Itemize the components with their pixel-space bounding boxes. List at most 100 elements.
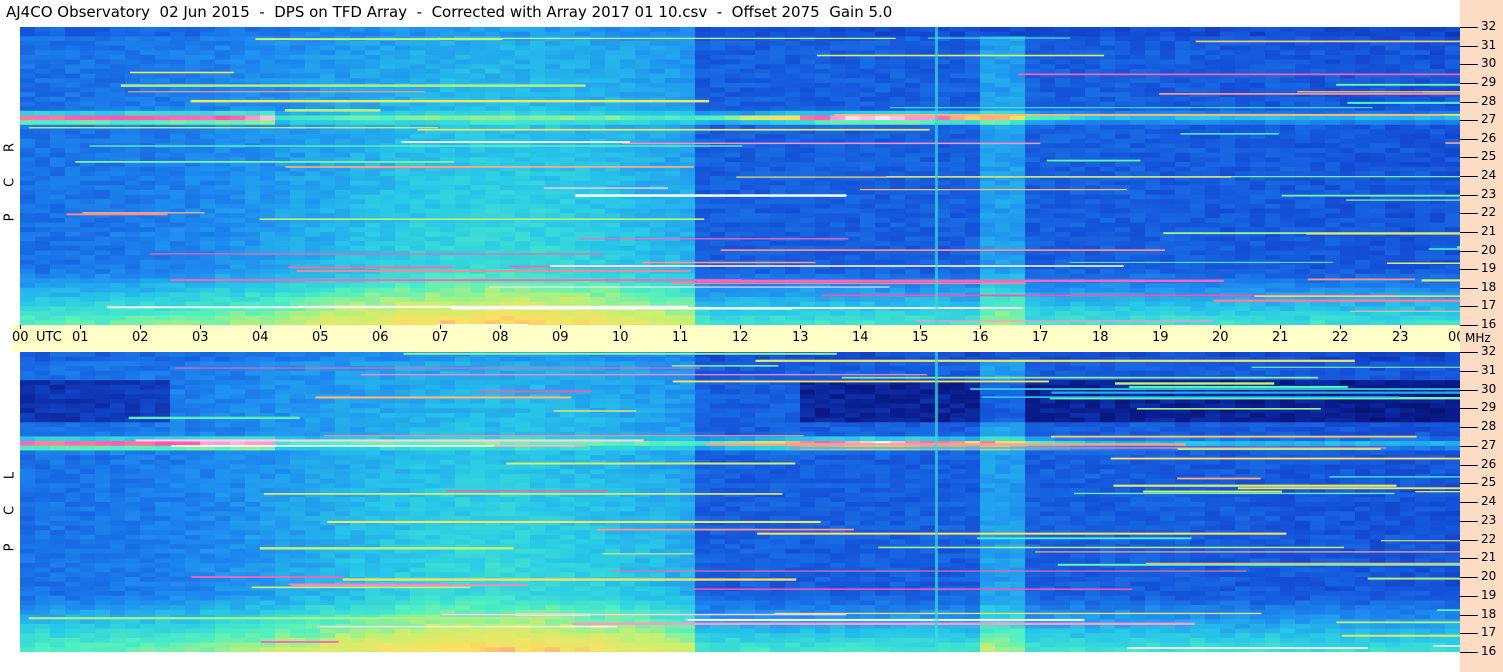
spectrogram-cell [1295,185,1311,191]
spectrogram-cell [260,115,276,121]
spectrogram-cell [1370,203,1386,210]
spectrogram-cell [1445,227,1460,233]
spectrogram-cell [1415,45,1431,51]
spectrogram-cell [635,31,651,37]
spectrogram-cell [1310,255,1326,261]
spectrogram-cell [905,45,921,51]
spectrogram-cell [1265,227,1281,233]
spectrogram-cell [335,73,351,79]
spectrogram-cell [1265,222,1281,228]
spectrogram-cell [965,171,981,177]
spectrogram-cell [1175,236,1191,242]
spectrogram-cell [680,250,696,256]
spectrogram-cell [80,162,96,168]
spectrogram-cell [1340,64,1356,70]
spectrogram-cell [1145,231,1161,238]
spectrogram-cell [425,231,441,238]
spectrogram-cell [1190,115,1206,121]
spectrogram-cell [1325,213,1341,219]
spectrogram-cell [290,115,306,121]
spectrogram-cell [1055,203,1071,210]
spectrogram-cell [980,82,996,89]
spectrogram-cell [590,115,606,121]
spectrogram-cell [710,106,726,112]
spectrogram-cell [455,40,471,47]
spectrogram-cell [1355,96,1371,103]
spectrogram-cell [1280,59,1296,65]
spectrogram-cell [80,134,96,140]
spectrogram-cell [1130,203,1146,210]
spectrogram-cell [875,171,891,177]
spectrogram-cell [1445,222,1460,228]
spectrogram-cell [1220,264,1236,270]
spectrogram-cell [1205,185,1221,191]
spectrogram-cell [1310,264,1326,270]
spectrogram-cell [1070,96,1086,103]
spectrogram-cell [710,176,726,182]
spectrogram-cell [1400,227,1416,233]
spectrogram-cell [1100,82,1116,89]
spectrogram-cell [485,92,501,98]
spectrogram-cell [1220,171,1236,177]
spectrogram-cell [245,264,261,270]
spectrogram-cell [1040,82,1056,89]
spectrogram-cell [200,213,216,219]
spectrogram-cell [1040,199,1056,205]
spectrogram-cell [830,241,846,247]
spectrogram-cell [590,199,606,205]
spectrogram-cell [200,171,216,177]
spectrogram-cell [950,120,966,126]
spectrogram-cell [1055,236,1071,242]
spectrogram-cell [245,217,261,224]
spectrogram-cell [1325,203,1341,210]
spectrogram-cell [1130,96,1146,103]
spectrogram-cell [560,250,576,256]
spectrogram-cell [245,92,261,98]
spectrogram-cell [1115,101,1131,107]
spectrogram-cell [1310,236,1326,242]
spectrogram-cell [845,227,861,233]
spectrogram-cell [275,236,291,242]
spectrogram-cell [1385,185,1401,191]
spectrogram-cell [845,241,861,247]
spectrogram-cell [575,54,591,61]
spectrogram-cell [1370,96,1386,103]
spectrogram-cell [710,152,726,158]
spectrogram-cell [905,199,921,205]
spectrogram-cell [35,115,51,121]
spectrogram-cell [170,106,186,112]
spectrogram-cell [515,241,531,247]
spectrogram-cell [275,176,291,182]
spectrogram-cell [200,194,216,200]
spectrogram-cell [395,31,411,37]
spectrogram-cell [710,134,726,140]
spectrogram-cell [170,199,186,205]
spectrogram-cell [980,148,996,154]
spectrogram-cell [455,259,471,266]
spectrogram-cell [290,180,306,186]
spectrogram-cell [995,120,1011,126]
spectrogram-cell [185,194,201,200]
spectrogram-cell [605,227,621,233]
spectrogram-cell [65,82,81,89]
spectrogram-cell [1340,227,1356,233]
spectrogram-cell [1385,78,1401,84]
spectrogram-cell [275,180,291,186]
spectrogram-cell [215,241,231,247]
spectrogram-cell [245,180,261,186]
spectrogram-cell [995,259,1011,266]
spectrogram-cell [1190,245,1206,252]
spectrogram-cell [155,171,171,177]
spectrogram-cell [20,134,36,140]
spectrogram-cell [1430,264,1446,270]
spectrogram-cell [995,171,1011,177]
spectrogram-cell [470,255,486,261]
spectrogram-cell [80,203,96,210]
spectrogram-cell [320,259,336,266]
spectrogram-cell [1175,245,1191,252]
spectrogram-cell [725,250,741,256]
spectrogram-cell [1355,106,1371,112]
spectrogram-cell [1205,203,1221,210]
spectrogram-cell [905,217,921,224]
spectrogram-cell [410,231,426,238]
